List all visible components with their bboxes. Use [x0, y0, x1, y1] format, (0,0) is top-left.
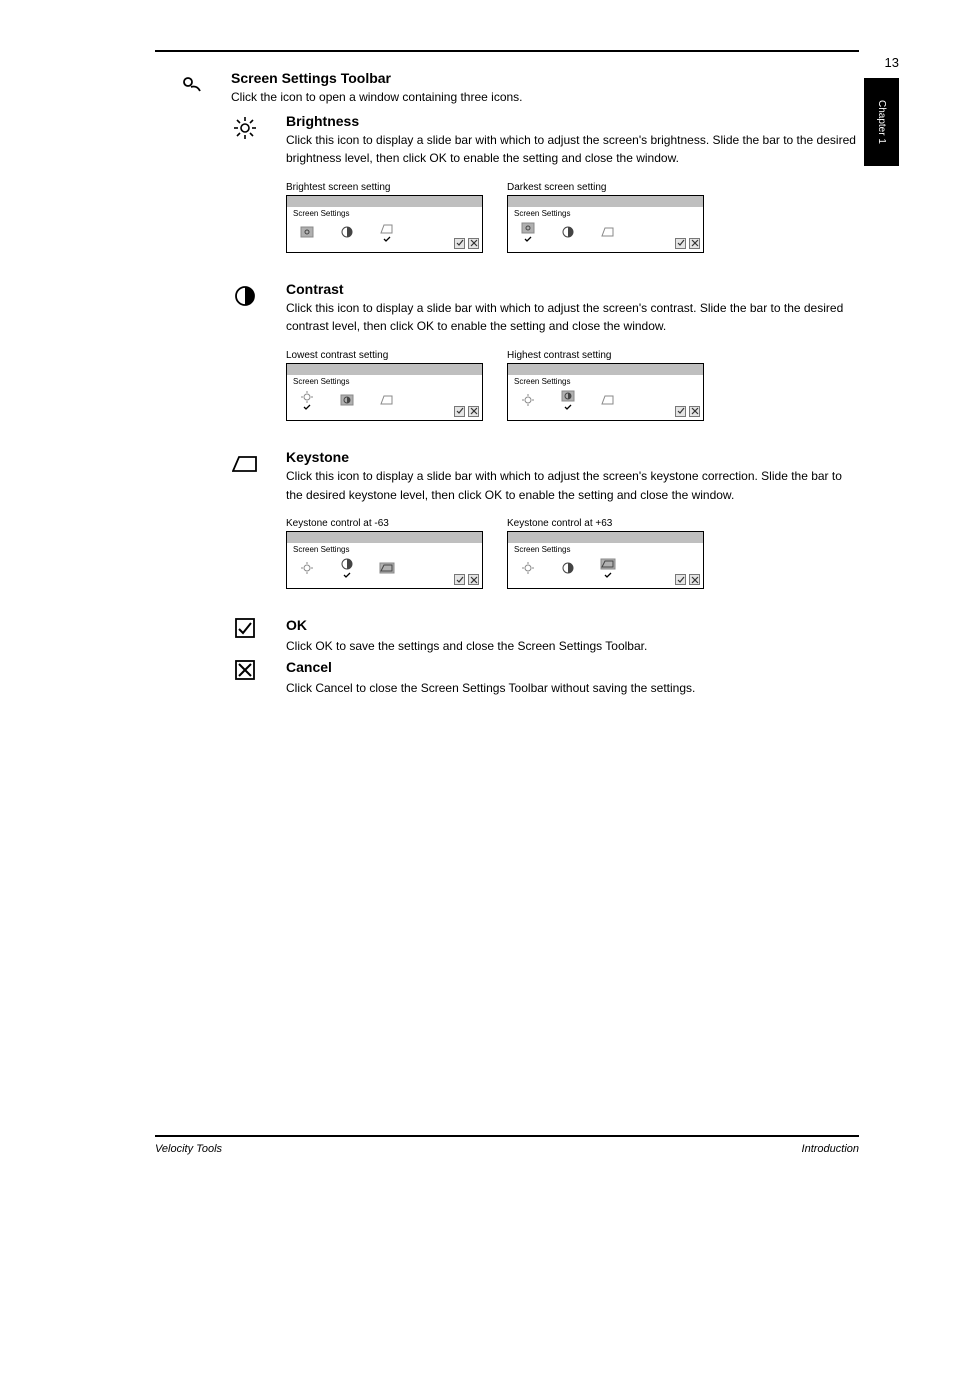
cancel-title: Cancel [286, 659, 859, 675]
brightness-title: Brightness [286, 113, 859, 129]
keystone-title: Keystone [286, 449, 859, 465]
mini-contrast-icon [339, 558, 355, 578]
mini-contrast-icon [560, 562, 576, 574]
section-brightness: Brightness Click this icon to display a … [210, 113, 859, 261]
dialog-cancel-button[interactable] [689, 238, 700, 249]
ok-title: OK [286, 617, 859, 633]
side-chapter-tab: Chapter 1 [864, 78, 899, 166]
contrast-low-caption: Lowest contrast setting [286, 350, 483, 361]
mini-keystone-icon [600, 394, 616, 406]
dialog-cancel-button[interactable] [468, 406, 479, 417]
footer-left: Velocity Tools [155, 1143, 222, 1155]
brightness-body: Click this icon to display a slide bar w… [286, 131, 859, 168]
dialog-cancel-button[interactable] [689, 574, 700, 585]
mini-keystone-icon [379, 562, 395, 574]
keystone-neg-caption: Keystone control at -63 [286, 518, 483, 529]
brightness-icon [210, 113, 280, 261]
contrast-icon [210, 281, 280, 429]
dialog-ok-button[interactable] [454, 574, 465, 585]
dialog-title: Screen Settings [287, 375, 482, 386]
dialog-contrast-high: Screen Settings [507, 363, 704, 421]
keystone-body: Click this icon to display a slide bar w… [286, 467, 859, 504]
mini-contrast-icon [339, 394, 355, 406]
mini-contrast-icon [560, 226, 576, 238]
brightness-screenshots: Brightest screen setting Screen Settings [286, 182, 859, 253]
top-rule [155, 50, 859, 52]
dialog-brightness-bright: Screen Settings [286, 195, 483, 253]
section-ok: OK Click OK to save the settings and clo… [210, 617, 859, 653]
brightness-bright-caption: Brightest screen setting [286, 182, 483, 193]
dialog-ok-button[interactable] [675, 574, 686, 585]
mini-brightness-icon [299, 390, 315, 410]
ok-body: Click OK to save the settings and close … [286, 635, 859, 653]
keystone-icon [210, 449, 280, 597]
mini-brightness-icon [520, 222, 536, 242]
keystone-pos-caption: Keystone control at +63 [507, 518, 704, 529]
contrast-high-caption: Highest contrast setting [507, 350, 704, 361]
dialog-title: Screen Settings [508, 207, 703, 218]
dialog-brightness-dark: Screen Settings [507, 195, 704, 253]
dialog-title: Screen Settings [287, 207, 482, 218]
dialog-ok-button[interactable] [675, 238, 686, 249]
keystone-screenshots: Keystone control at -63 Screen Settings [286, 518, 859, 589]
dialog-title: Screen Settings [508, 543, 703, 554]
dialog-keystone-pos: Screen Settings [507, 531, 704, 589]
mini-brightness-icon [299, 561, 315, 575]
dialog-title: Screen Settings [287, 543, 482, 554]
section-cancel: Cancel Click Cancel to close the Screen … [210, 659, 859, 695]
mini-brightness-icon [520, 393, 536, 407]
mini-contrast-icon [339, 226, 355, 238]
page-number: 13 [885, 55, 899, 70]
ok-icon [210, 617, 280, 653]
dialog-ok-button[interactable] [454, 238, 465, 249]
dialog-contrast-low: Screen Settings [286, 363, 483, 421]
dialog-cancel-button[interactable] [689, 406, 700, 417]
contrast-screenshots: Lowest contrast setting Screen Settings [286, 350, 859, 421]
mini-keystone-icon [600, 226, 616, 238]
mini-keystone-icon [600, 558, 616, 578]
mini-brightness-icon [299, 226, 315, 238]
contrast-body: Click this icon to display a slide bar w… [286, 299, 859, 336]
section-keystone: Keystone Click this icon to display a sl… [210, 449, 859, 597]
footer: Velocity Tools Introduction [155, 1143, 859, 1155]
mini-keystone-icon [379, 394, 395, 406]
mini-contrast-icon [560, 390, 576, 410]
dialog-title: Screen Settings [508, 375, 703, 386]
footer-right: Introduction [802, 1143, 859, 1155]
screen-settings-icon [155, 70, 225, 107]
dialog-cancel-button[interactable] [468, 574, 479, 585]
bottom-rule [155, 1135, 859, 1137]
mini-brightness-icon [520, 561, 536, 575]
toolbar-heading: Screen Settings Toolbar Click the icon t… [155, 70, 859, 107]
mini-keystone-icon [379, 222, 395, 242]
cancel-body: Click Cancel to close the Screen Setting… [286, 677, 859, 695]
dialog-ok-button[interactable] [675, 406, 686, 417]
toolbar-title: Screen Settings Toolbar [231, 70, 859, 86]
section-contrast: Contrast Click this icon to display a sl… [210, 281, 859, 429]
dialog-ok-button[interactable] [454, 406, 465, 417]
cancel-icon [210, 659, 280, 695]
dialog-cancel-button[interactable] [468, 238, 479, 249]
brightness-dark-caption: Darkest screen setting [507, 182, 704, 193]
dialog-keystone-neg: Screen Settings [286, 531, 483, 589]
toolbar-intro: Click the icon to open a window containi… [231, 88, 859, 107]
contrast-title: Contrast [286, 281, 859, 297]
